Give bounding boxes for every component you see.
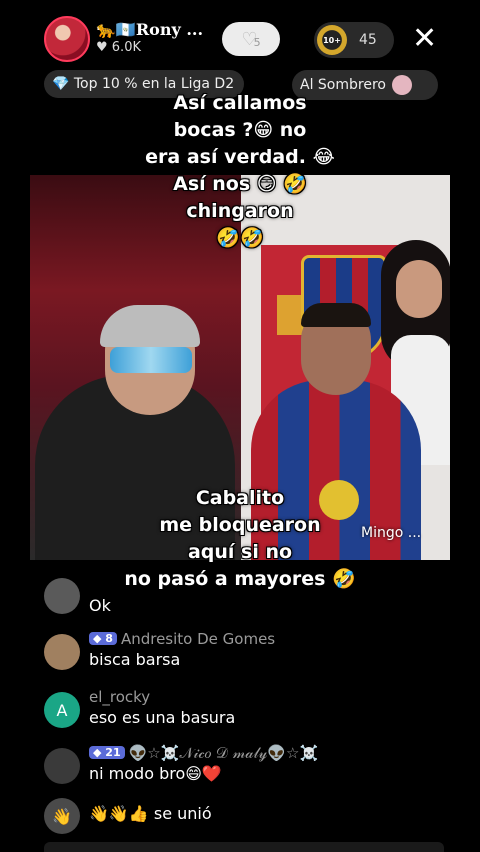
follow-button[interactable]: ♡ 5 xyxy=(222,22,280,56)
commenter-avatar[interactable]: A xyxy=(44,692,80,728)
commenter-name[interactable]: el_rocky xyxy=(89,688,150,706)
comment-text: ni modo bro😄❤️ xyxy=(89,764,222,783)
level-number: 21 xyxy=(105,746,121,759)
follow-count: 5 xyxy=(253,35,261,49)
caption-bottom: Cabalito me bloquearon aquí si no no pas… xyxy=(0,485,480,593)
commenter-name-text: Andresito De Gomes xyxy=(120,630,276,648)
wave-hand-icon: 👋 xyxy=(44,798,80,834)
caption-line: Así callamos xyxy=(173,92,307,114)
commenter-avatar[interactable] xyxy=(44,634,80,670)
caption-line: bocas ?😁 no xyxy=(173,119,307,141)
commenter-avatar[interactable] xyxy=(44,578,80,614)
caption-top: Así callamos bocas ?😁 no era así verdad.… xyxy=(0,90,480,252)
commenter-name-text: 👽☆☠️𝒩𝒾𝒸𝑜 𝒟 𝓂𝒶𝓁𝓎👽☆☠️ xyxy=(128,744,319,762)
left-person-cap xyxy=(100,305,200,347)
commenter-avatar[interactable] xyxy=(44,748,80,784)
viewer-count: 45 xyxy=(359,32,377,48)
host-name[interactable]: 🐆🇬🇹Rony ... xyxy=(96,20,203,39)
host-avatar[interactable] xyxy=(44,16,90,62)
level-badge: ◆ 21 xyxy=(89,746,125,759)
caption-line: Cabalito xyxy=(195,487,285,509)
caption-line: me bloquearon xyxy=(159,514,321,536)
level-badge: ◆ 8 xyxy=(89,632,117,645)
caption-line: era así verdad. 😂 xyxy=(145,146,335,168)
left-person-sunglasses xyxy=(110,347,192,373)
commenter-name[interactable]: ◆ 21 👽☆☠️𝒩𝒾𝒸𝑜 𝒟 𝓂𝒶𝓁𝓎👽☆☠️ xyxy=(89,744,318,762)
host-likes: ♥ 6.0K xyxy=(96,40,141,55)
right-girl-face xyxy=(396,260,442,318)
caption-line: aquí si no xyxy=(187,541,293,563)
level-number: 8 xyxy=(105,632,113,645)
comment-text: Ok xyxy=(89,596,111,615)
caption-line: 🤣🤣 xyxy=(216,227,264,249)
right-person-hair xyxy=(301,303,371,327)
caption-line: chingaron xyxy=(186,200,294,222)
viewer-count-pill[interactable]: 10+ 45 xyxy=(314,22,394,58)
caption-line: Así nos 😏 🤣 xyxy=(173,173,307,195)
comment-text: bisca barsa xyxy=(89,650,181,669)
bottom-input-bar[interactable] xyxy=(44,842,444,852)
comment-text: eso es una basura xyxy=(89,708,236,727)
join-text: 👋👋👍 se unió xyxy=(89,804,212,823)
close-icon[interactable]: ✕ xyxy=(412,22,437,56)
commenter-name[interactable]: ◆ 8 Andresito De Gomes xyxy=(89,630,275,648)
viewer-rank-badge: 10+ xyxy=(317,25,347,55)
